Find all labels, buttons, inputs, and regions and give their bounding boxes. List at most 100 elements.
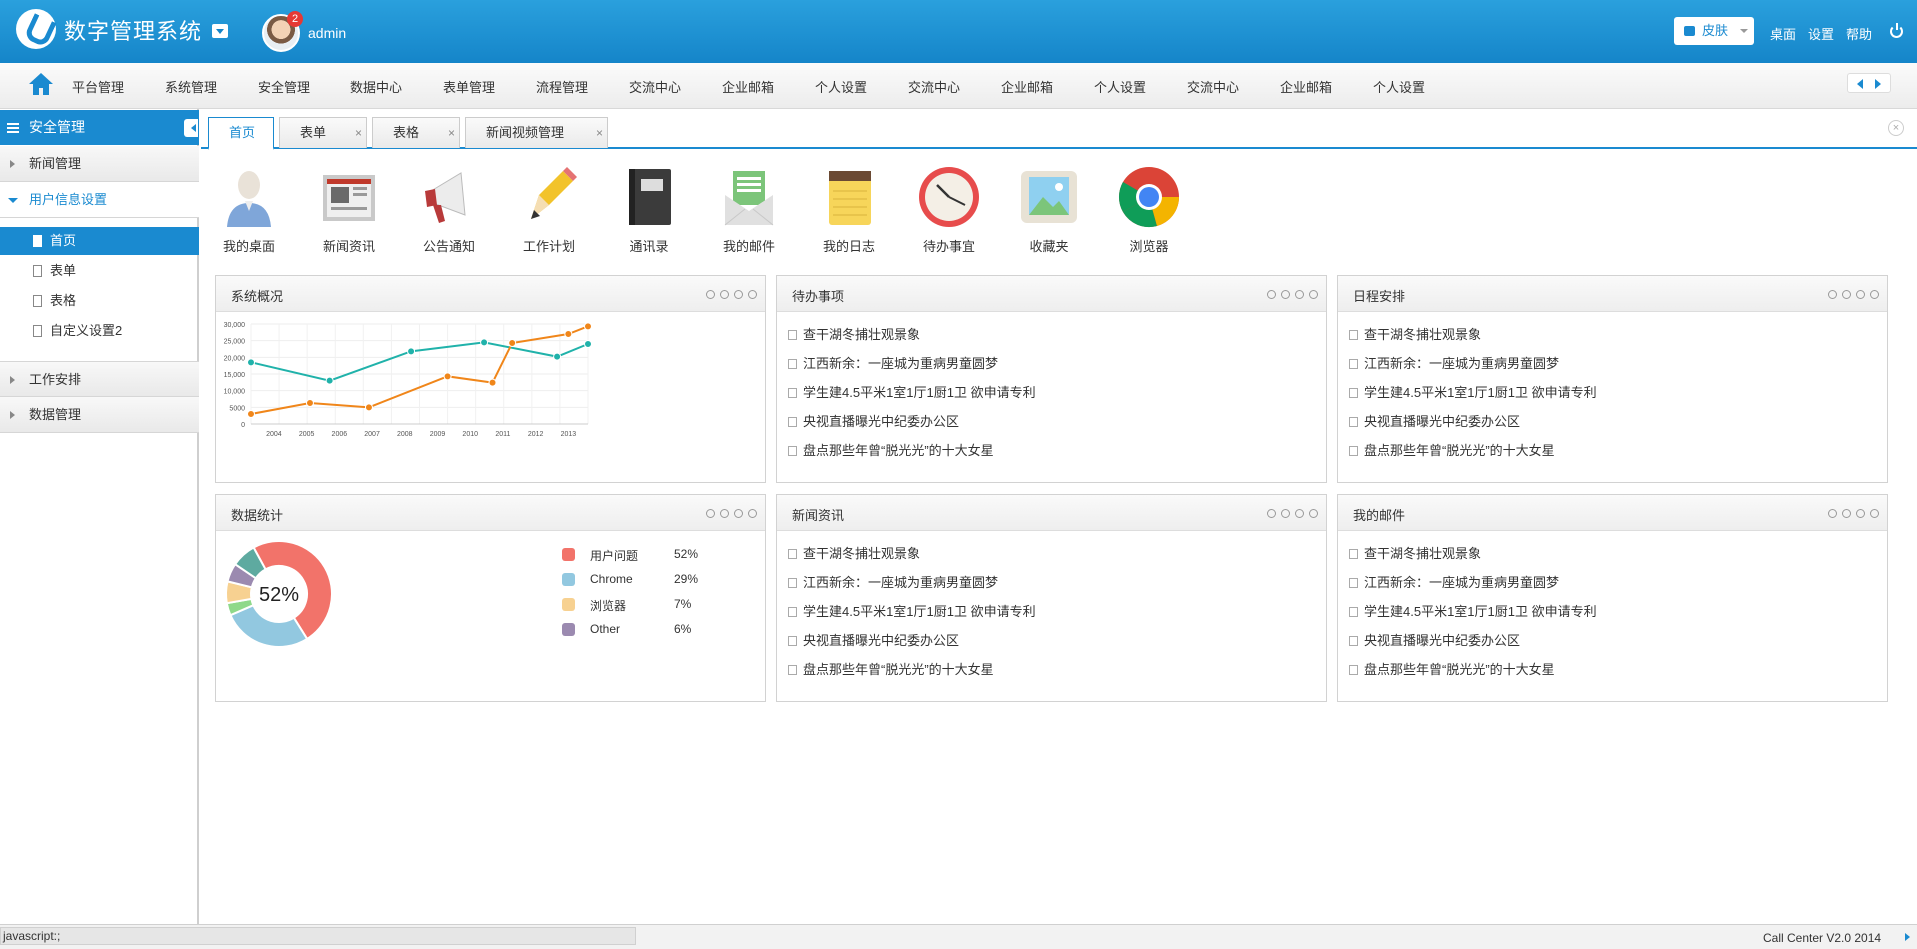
list-item[interactable]: 学生建4.5平米1室1厅1厨1卫 欲申请专利 — [1338, 597, 1887, 626]
gear-icon[interactable] — [1842, 509, 1851, 518]
notification-badge[interactable]: 2 — [287, 11, 303, 27]
nav-item[interactable]: 企业邮箱 — [1001, 77, 1053, 96]
sidebar-group-work[interactable]: 工作安排 — [0, 361, 199, 397]
refresh-icon[interactable] — [1267, 290, 1276, 299]
list-item[interactable]: 央视直播曝光中纪委办公区 — [777, 407, 1326, 436]
tab-news-video[interactable]: 新闻视频管理 × — [465, 117, 608, 148]
panel-tools[interactable] — [1262, 287, 1318, 302]
nav-prev-icon[interactable] — [1852, 79, 1863, 89]
nav-item[interactable]: 交流中心 — [908, 77, 960, 96]
list-item[interactable]: 江西新余：一座城为重病男童圆梦 — [1338, 349, 1887, 378]
list-item[interactable]: 查干湖冬捕壮观景象 — [777, 320, 1326, 349]
list-item[interactable]: 盘点那些年曾“脱光光”的十大女星 — [1338, 655, 1887, 684]
help-link[interactable]: 帮助 — [1846, 24, 1872, 43]
shortcut-item[interactable]: 待办事宜 — [909, 165, 989, 255]
sidebar-group-user-info[interactable]: 用户信息设置 — [0, 182, 199, 218]
nav-next-icon[interactable] — [1875, 79, 1886, 89]
list-item[interactable]: 查干湖冬捕壮观景象 — [1338, 539, 1887, 568]
mail-icon[interactable] — [717, 165, 781, 229]
sidebar-item-table[interactable]: 表格 — [0, 287, 199, 315]
nav-item[interactable]: 表单管理 — [443, 77, 495, 96]
user-desktop-icon[interactable] — [217, 165, 281, 229]
refresh-icon[interactable] — [706, 290, 715, 299]
notepad-icon[interactable] — [817, 165, 881, 229]
nav-item[interactable]: 安全管理 — [258, 77, 310, 96]
list-item[interactable]: 盘点那些年曾“脱光光”的十大女星 — [1338, 436, 1887, 465]
close-icon[interactable] — [748, 509, 757, 518]
panel-tools[interactable] — [1823, 287, 1879, 302]
shortcut-item[interactable]: 我的桌面 — [209, 165, 289, 255]
list-item[interactable]: 央视直播曝光中纪委办公区 — [777, 626, 1326, 655]
nav-item[interactable]: 企业邮箱 — [722, 77, 774, 96]
shortcut-item[interactable]: 我的邮件 — [709, 165, 789, 255]
close-icon[interactable] — [1870, 290, 1879, 299]
tab-table[interactable]: 表格 × — [372, 117, 460, 148]
expand-icon[interactable] — [1856, 509, 1865, 518]
sidebar-collapse-button[interactable] — [184, 119, 198, 137]
expand-icon[interactable] — [1295, 290, 1304, 299]
close-icon[interactable]: × — [448, 118, 455, 148]
expand-icon[interactable] — [1295, 509, 1304, 518]
panel-tools[interactable] — [1262, 506, 1318, 521]
nav-item[interactable]: 个人设置 — [815, 77, 867, 96]
pencil-icon[interactable] — [517, 165, 581, 229]
tab-home[interactable]: 首页 — [208, 117, 274, 150]
close-icon[interactable] — [748, 290, 757, 299]
close-all-tabs-icon[interactable]: × — [1888, 120, 1904, 136]
panel-tools[interactable] — [1823, 506, 1879, 521]
list-item[interactable]: 央视直播曝光中纪委办公区 — [1338, 407, 1887, 436]
close-icon[interactable] — [1870, 509, 1879, 518]
power-icon[interactable] — [1890, 23, 1903, 38]
list-item[interactable]: 查干湖冬捕壮观景象 — [1338, 320, 1887, 349]
megaphone-icon[interactable] — [417, 165, 481, 229]
clock-icon[interactable] — [917, 165, 981, 229]
refresh-icon[interactable] — [1828, 509, 1837, 518]
nav-item[interactable]: 交流中心 — [629, 77, 681, 96]
gear-icon[interactable] — [720, 509, 729, 518]
shortcut-item[interactable]: 新闻资讯 — [309, 165, 389, 255]
list-item[interactable]: 江西新余：一座城为重病男童圆梦 — [777, 568, 1326, 597]
picture-icon[interactable] — [1017, 165, 1081, 229]
sidebar-item-custom-settings[interactable]: 自定义设置2 — [0, 317, 199, 345]
nav-item[interactable]: 企业邮箱 — [1280, 77, 1332, 96]
close-icon[interactable]: × — [355, 118, 362, 148]
gear-icon[interactable] — [1281, 290, 1290, 299]
list-item[interactable]: 学生建4.5平米1室1厅1厨1卫 欲申请专利 — [777, 378, 1326, 407]
list-item[interactable]: 学生建4.5平米1室1厅1厨1卫 欲申请专利 — [777, 597, 1326, 626]
list-item[interactable]: 盘点那些年曾“脱光光”的十大女星 — [777, 655, 1326, 684]
panel-tools[interactable] — [701, 506, 757, 521]
list-item[interactable]: 江西新余：一座城为重病男童圆梦 — [777, 349, 1326, 378]
shortcut-item[interactable]: 公告通知 — [409, 165, 489, 255]
shortcut-item[interactable]: 收藏夹 — [1009, 165, 1089, 255]
shortcut-item[interactable]: 浏览器 — [1109, 165, 1189, 255]
close-icon[interactable]: × — [596, 118, 603, 148]
chrome-icon[interactable] — [1117, 165, 1181, 229]
panel-tools[interactable] — [701, 287, 757, 302]
nav-item[interactable]: 流程管理 — [536, 77, 588, 96]
gear-icon[interactable] — [1281, 509, 1290, 518]
gear-icon[interactable] — [720, 290, 729, 299]
nav-item[interactable]: 数据中心 — [350, 77, 402, 96]
sidebar-group-news[interactable]: 新闻管理 — [0, 146, 199, 182]
refresh-icon[interactable] — [706, 509, 715, 518]
list-item[interactable]: 盘点那些年曾“脱光光”的十大女星 — [777, 436, 1326, 465]
address-book-icon[interactable] — [617, 165, 681, 229]
shortcut-item[interactable]: 我的日志 — [809, 165, 889, 255]
close-icon[interactable] — [1309, 290, 1318, 299]
desktop-link[interactable]: 桌面 — [1770, 24, 1796, 43]
expand-icon[interactable] — [1856, 290, 1865, 299]
list-item[interactable]: 央视直播曝光中纪委办公区 — [1338, 626, 1887, 655]
list-item[interactable]: 查干湖冬捕壮观景象 — [777, 539, 1326, 568]
nav-item[interactable]: 平台管理 — [72, 77, 124, 96]
newspaper-icon[interactable] — [317, 165, 381, 229]
tab-form[interactable]: 表单 × — [279, 117, 367, 148]
expand-icon[interactable] — [734, 290, 743, 299]
home-icon[interactable] — [28, 72, 54, 96]
expand-icon[interactable] — [734, 509, 743, 518]
chevron-right-icon[interactable] — [1905, 933, 1914, 941]
sidebar-item-form[interactable]: 表单 — [0, 257, 199, 285]
username[interactable]: admin — [308, 25, 346, 41]
sidebar-item-home[interactable]: 首页 — [0, 227, 199, 255]
nav-item[interactable]: 个人设置 — [1094, 77, 1146, 96]
skin-button[interactable]: 皮肤 — [1674, 17, 1754, 45]
